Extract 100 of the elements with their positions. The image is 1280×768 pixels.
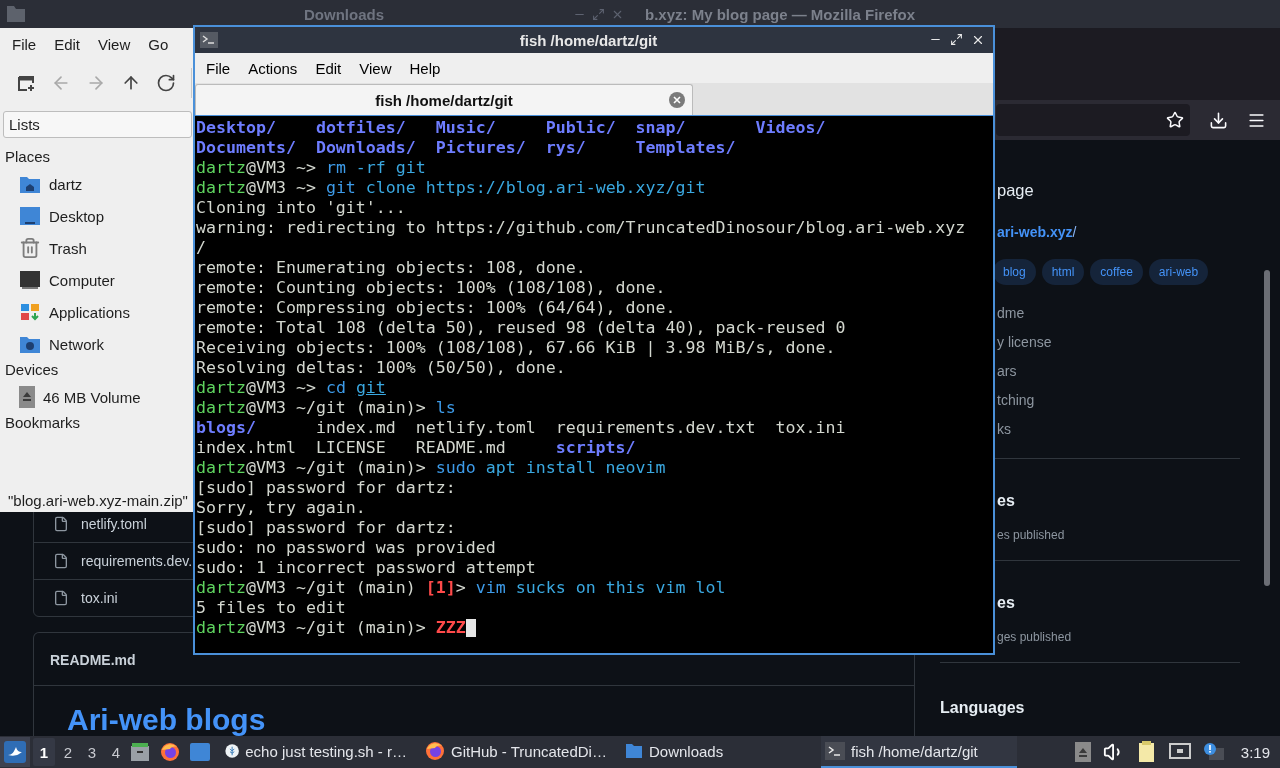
taskbar-task[interactable]: fish /home/dartz/git (821, 736, 1017, 768)
notes-icon[interactable] (1136, 741, 1157, 763)
terminal-line: [sudo] password for dartz: (196, 478, 457, 498)
window-title: fish /home/dartz/git (518, 31, 659, 49)
menu-item[interactable]: Edit (45, 32, 90, 57)
repo-description: page (997, 181, 1035, 200)
taskbar-task[interactable]: echo just testing.sh - r… (221, 736, 417, 768)
taskbar-task[interactable]: Downloads (621, 736, 817, 768)
network-folder-icon (19, 334, 41, 354)
network-icon[interactable] (1168, 743, 1191, 761)
terminal-line: dartz@VM3 ~> git clone https://blog.ari-web.xyz/git (196, 178, 707, 198)
terminal-line: 5 files to edit (196, 598, 347, 618)
terminal-line: Sorry, try again. (196, 498, 367, 518)
workspace-button[interactable]: 1 (33, 738, 55, 766)
menu-item[interactable]: View (350, 55, 401, 81)
place-item[interactable]: Network (49, 335, 104, 353)
terminal-line: index.html LICENSE README.md scripts/ (196, 438, 637, 458)
menu-item[interactable]: Help (400, 55, 450, 81)
group-heading: Bookmarks (5, 414, 81, 433)
download-icon (1208, 110, 1228, 130)
section-heading: es (997, 594, 1016, 612)
terminal-line: Cloning into 'git'... (196, 198, 407, 218)
new-tab-icon (17, 74, 35, 92)
reload-icon (156, 73, 176, 93)
file-link[interactable]: tox.ini (81, 590, 118, 606)
terminal-line: dartz@VM3 ~/git (main)> sudo apt install neovim (196, 458, 667, 478)
sidebar-link[interactable]: dme (997, 299, 1240, 328)
menu-item[interactable]: File (197, 55, 240, 81)
terminal-tab[interactable]: fish /home/dartz/git (195, 84, 693, 115)
trash-icon (19, 237, 41, 259)
computer-icon (19, 270, 41, 290)
terminal-line: sudo: 1 incorrect password attempt (196, 558, 537, 578)
address-field[interactable] (996, 104, 1190, 136)
place-item[interactable]: Applications (49, 303, 130, 321)
view-selector[interactable]: Lists (3, 111, 192, 138)
terminal-line: dartz@VM3 ~> rm -rf git (196, 158, 427, 178)
window-title: Downloads (304, 5, 384, 23)
text-cursor (465, 619, 476, 637)
firefox-icon (425, 741, 445, 761)
file-icon (53, 516, 69, 532)
terminal-line: Documents/ Downloads/ Pictures/ rys/ Templates/ (196, 138, 737, 158)
firefox-icon (160, 742, 180, 762)
window-title: b.xyz: My blog page — Mozilla Firefox (645, 5, 916, 23)
readme-title: README.md (50, 652, 136, 668)
notification-icon[interactable] (1202, 742, 1225, 762)
place-item[interactable]: Desktop (49, 207, 105, 225)
maximize-icon[interactable] (950, 33, 963, 46)
terminal-line: warning: redirecting to https://github.com/TruncatedDinosour/blog.ari-web.xyz (196, 218, 967, 238)
drive-icon (19, 386, 35, 408)
terminal-line: Desktop/ dotfiles/ Music/ Public/ snap/ Videos/ (196, 118, 827, 138)
menu-item[interactable]: Actions (239, 55, 307, 81)
tab-close-icon[interactable] (668, 91, 686, 109)
taskbar-task[interactable]: GitHub - TruncatedDi… (421, 736, 617, 768)
terminal-line: dartz@VM3 ~> cd git (196, 378, 387, 398)
section-heading: es (997, 492, 1016, 510)
topic-tag[interactable]: html (1041, 259, 1085, 285)
workspace-button[interactable]: 2 (57, 738, 79, 766)
start-button[interactable] (0, 737, 30, 767)
home-folder-icon (19, 174, 41, 194)
file-link[interactable]: netlify.toml (81, 516, 147, 532)
section-note: es published (997, 528, 1066, 542)
terminal-line: dartz@VM3 ~/git (main)> ls (196, 398, 457, 418)
readme-heading: Ari-web blogs (67, 703, 267, 736)
menu-item[interactable]: Edit (306, 55, 351, 81)
terminal-line: remote: Total 108 (delta 50), reused 98 (delta 40), pack-reused 0 (196, 318, 847, 338)
place-item[interactable]: dartz (49, 175, 83, 193)
workspace-button[interactable]: 3 (81, 738, 103, 766)
topic-tag[interactable]: coffee (1090, 259, 1143, 285)
workspace-button[interactable]: 4 (105, 738, 127, 766)
file-icon (53, 553, 69, 569)
place-item[interactable]: 46 MB Volume (43, 388, 141, 406)
topic-tag[interactable]: ari-web (1148, 259, 1209, 285)
group-heading: Devices (5, 361, 59, 380)
sidebar-link[interactable]: y license (997, 328, 1240, 357)
topic-tag[interactable]: blog (993, 259, 1036, 285)
terminal-icon (825, 742, 845, 760)
terminal-line: dartz@VM3 ~/git (main)> ZZZ (196, 618, 992, 638)
terminal-line: dartz@VM3 ~/git (main) [1]> vim sucks on this vim lol (196, 578, 727, 598)
place-item[interactable]: Computer (49, 271, 115, 289)
file-link[interactable]: requirements.dev. (81, 553, 192, 569)
desktop-icon (19, 206, 41, 226)
terminal-line: remote: Enumerating objects: 108, done. (196, 258, 587, 278)
terminal-line: remote: Counting objects: 100% (108/108), done. (196, 278, 667, 298)
bookmark-star-icon[interactable] (1166, 111, 1184, 129)
menu-item[interactable]: View (89, 32, 140, 57)
folder-icon (6, 5, 26, 23)
terminal-line: Resolving deltas: 100% (50/50), done. (196, 358, 567, 378)
sidebar-link[interactable]: tching (997, 386, 1240, 415)
apps-icon (19, 302, 41, 322)
sidebar-link[interactable]: ks (997, 415, 1240, 444)
eject-icon[interactable] (1074, 742, 1091, 762)
website-link[interactable]: ari-web.xyz/ (997, 224, 1240, 240)
place-item[interactable]: Trash (49, 239, 87, 257)
leaf-icon (225, 741, 240, 761)
group-heading: Places (5, 148, 51, 167)
menu-item[interactable]: Go (139, 32, 178, 57)
menu-item[interactable]: File (3, 32, 46, 57)
file-icon (53, 590, 69, 606)
sidebar-link[interactable]: ars (997, 357, 1240, 386)
close-icon[interactable] (971, 33, 985, 47)
